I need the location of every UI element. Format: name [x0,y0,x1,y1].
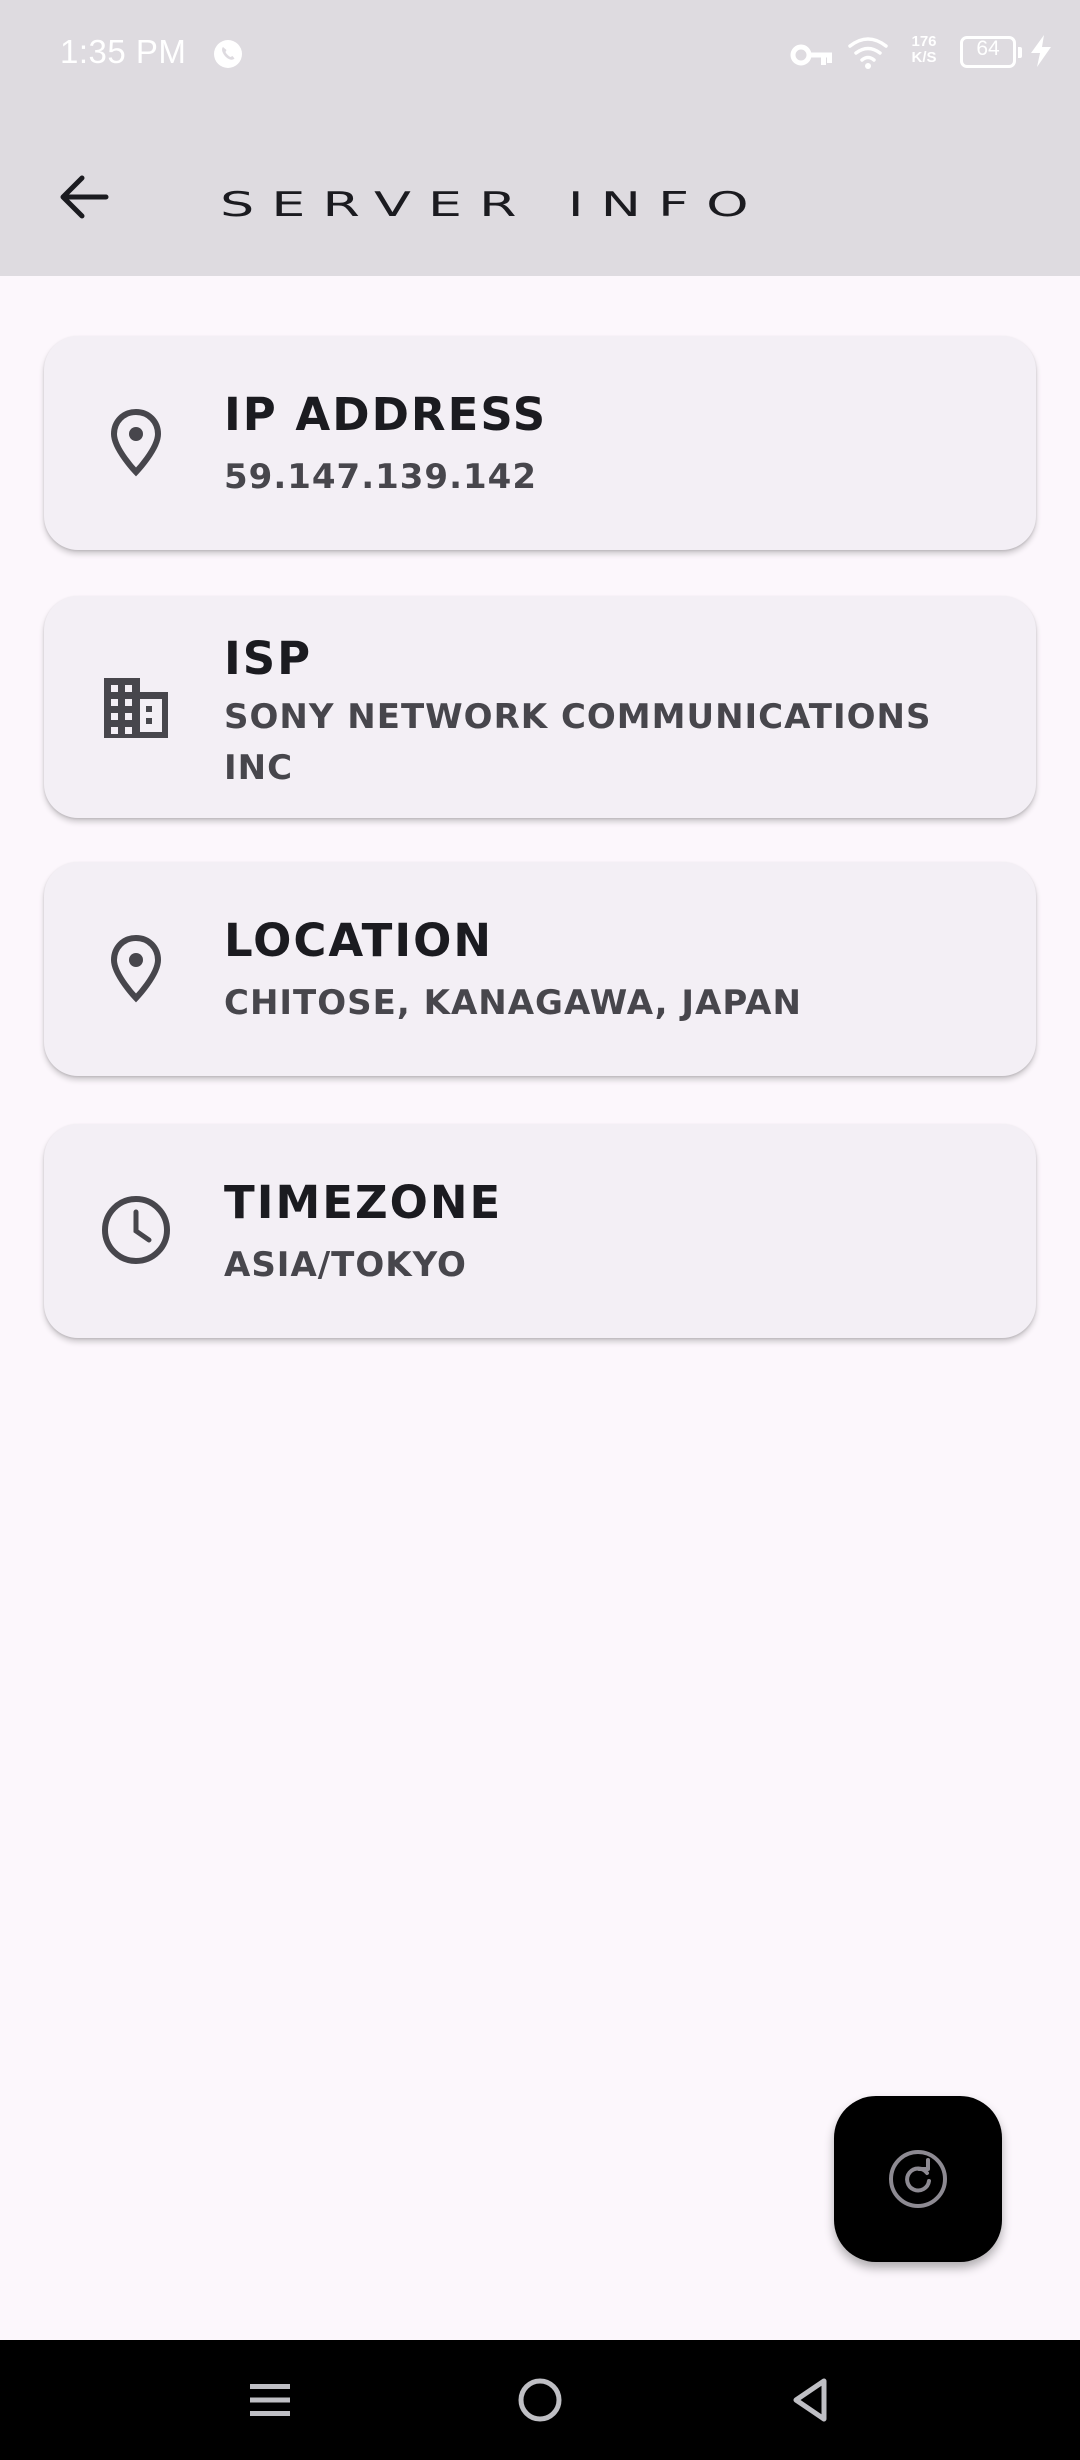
clock-icon [102,1196,170,1264]
isp-card: ISP SONY NETWORK COMMUNICATIONS INC [44,596,1036,818]
status-time: 1:35 PM [60,33,187,70]
ip-address-card: IP ADDRESS 59.147.139.142 [44,336,1036,550]
business-building-icon [104,678,168,738]
card-value-location: CHITOSE, KANAGAWA, JAPAN [224,983,802,1023]
home-circle-icon [518,2378,562,2422]
card-label-location: LOCATION [224,914,494,967]
back-triangle-icon [793,2378,827,2422]
card-label-timezone: TIMEZONE [224,1176,503,1229]
battery-level: 64 [976,37,1000,60]
navigation-bar [0,2340,1080,2460]
refresh-fab[interactable] [834,2096,1002,2262]
wifi-icon [848,37,888,69]
network-speed-value: 176 [911,33,937,50]
status-bar: 1:35 PM 176 K/S 64 [0,0,1080,110]
page-title: SERVER INFO [220,185,766,225]
menu-icon [250,2384,290,2416]
location-card: LOCATION CHITOSE, KANAGAWA, JAPAN [44,862,1036,1076]
battery-icon: 64 [960,36,1022,68]
nav-menu-button[interactable] [228,2358,312,2442]
server-info-screen: 1:35 PM 176 K/S 64 SERVER INFO IP ADDRES… [0,0,1080,2460]
nav-back-button[interactable] [768,2358,852,2442]
card-value-isp: SONY NETWORK COMMUNICATIONS INC [224,697,932,788]
back-button[interactable] [44,157,124,237]
refresh-icon [889,2150,947,2208]
nav-home-button[interactable] [498,2358,582,2442]
vpn-key-icon [790,44,832,66]
charging-bolt-icon [1031,35,1051,67]
arrow-back-icon [60,175,109,219]
timezone-card: TIMEZONE ASIA/TOKYO [44,1124,1036,1338]
network-speed: 176 K/S [904,34,944,66]
location-pin-icon [110,408,162,477]
card-label-ip-address: IP ADDRESS [224,388,548,441]
app-bar: SERVER INFO [0,110,1080,276]
location-pin-icon [110,934,162,1003]
card-value-ip-address: 59.147.139.142 [224,457,537,497]
card-label-isp: ISP [224,632,313,685]
call-icon [214,40,242,68]
card-value-timezone: ASIA/TOKYO [224,1245,467,1285]
network-speed-unit: K/S [911,49,937,66]
